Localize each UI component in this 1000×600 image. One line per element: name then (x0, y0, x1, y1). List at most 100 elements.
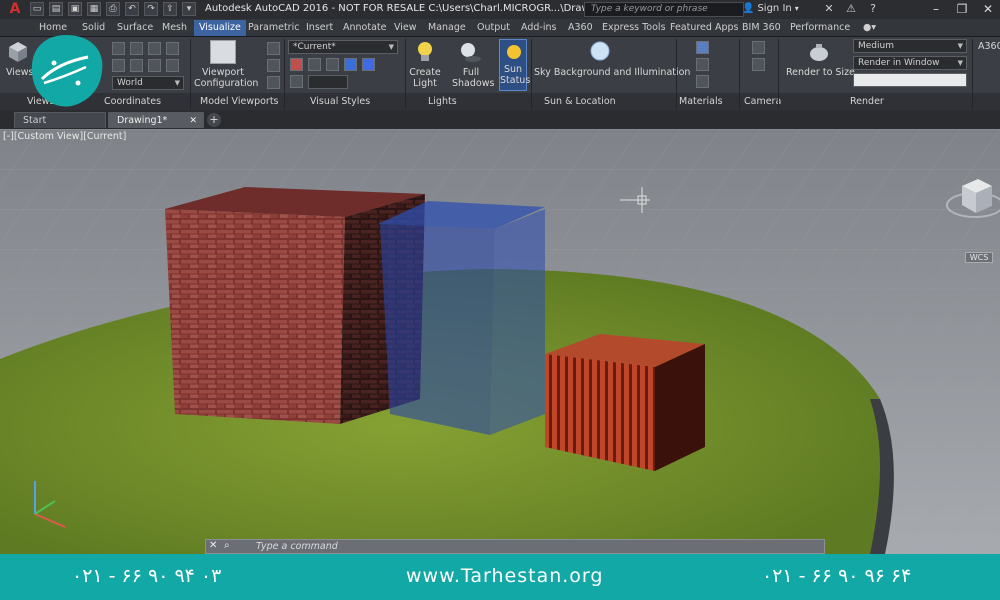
tab-drawing1[interactable]: Drawing1* ✕ (108, 112, 204, 128)
tab-insert[interactable]: Insert (301, 20, 338, 36)
tarhestan-logo (31, 35, 103, 107)
ribbon-options-icon[interactable]: ●▾ (858, 20, 881, 36)
redo-icon[interactable]: ↷ (144, 2, 158, 16)
shadow-icon[interactable] (308, 58, 321, 71)
edge-color-icon[interactable] (362, 58, 375, 71)
sun-icon (507, 45, 521, 59)
sign-in-button[interactable]: 👤 Sign In ▾ (742, 3, 799, 14)
close-icon[interactable]: ✕ (209, 540, 217, 551)
tab-manage[interactable]: Manage (423, 20, 471, 36)
views-cube-icon[interactable] (8, 41, 28, 63)
edges-icon[interactable] (326, 58, 339, 71)
tab-express-tools[interactable]: Express Tools (597, 20, 671, 36)
ucs-icon[interactable] (112, 42, 125, 55)
render-size-field[interactable] (853, 73, 967, 87)
create-light-button[interactable]: Create Light (408, 67, 442, 89)
viewport-configuration-icon[interactable] (210, 40, 236, 64)
drawing-viewport[interactable]: [-][Custom View][Current] WCS ✕ ⌕ Type a… (0, 129, 1000, 554)
ucs-zaxis-icon[interactable] (166, 42, 179, 55)
sky-background-dropdown[interactable]: Sky Background and Illumination (534, 67, 690, 78)
light-bulb-icon[interactable] (414, 40, 436, 64)
tab-visualize[interactable]: Visualize (194, 20, 246, 36)
render-target-value: Render in Window (858, 58, 940, 68)
stay-connected-icon[interactable]: ⚠ (844, 2, 858, 16)
tab-parametric[interactable]: Parametric (243, 20, 304, 36)
viewport-controls-label[interactable]: [-][Custom View][Current] (3, 131, 126, 142)
ucs-world-icon[interactable] (130, 42, 143, 55)
tab-bim-360[interactable]: BIM 360 (737, 20, 786, 36)
tab-a360[interactable]: A360 (563, 20, 598, 36)
glass-box-side (490, 209, 545, 435)
isolines-icon[interactable] (290, 75, 303, 88)
tab-view[interactable]: View (389, 20, 422, 36)
tab-start[interactable]: Start (14, 112, 106, 128)
restore-viewports-icon[interactable] (267, 76, 280, 89)
material-mapping-icon[interactable] (696, 75, 709, 88)
search-icon[interactable]: ⌕ (224, 540, 230, 551)
materials-browser-icon[interactable] (696, 41, 709, 54)
panel-model-viewports-title: Model Viewports (200, 96, 279, 107)
ucs-origin-icon[interactable] (148, 42, 161, 55)
new-drawing-tab-button[interactable]: + (207, 113, 221, 127)
command-input[interactable]: Type a command (256, 541, 338, 552)
tab-add-ins[interactable]: Add-ins (516, 20, 561, 36)
exchange-icon[interactable]: ✕ (822, 2, 836, 16)
save-as-icon[interactable]: ▦ (87, 2, 101, 16)
website-link[interactable]: www.Tarhestan.org (406, 565, 603, 587)
panel-visual-styles-title: Visual Styles (310, 96, 371, 107)
save-icon[interactable]: ▣ (68, 2, 82, 16)
customize-dropdown-icon[interactable]: ▾ (182, 2, 196, 16)
face-color-icon[interactable] (344, 58, 357, 71)
a360-render-label[interactable]: A360 (978, 41, 1000, 52)
sun-status-toggle[interactable]: Sun Status (499, 39, 531, 91)
command-line[interactable]: ✕ ⌕ Type a command (205, 539, 825, 554)
teapot-icon[interactable] (806, 40, 832, 64)
ucs-face-icon[interactable] (148, 59, 161, 72)
x-ray-icon[interactable] (290, 58, 303, 71)
coordinates-dropdown[interactable]: World ▼ (112, 76, 184, 90)
close-tab-icon[interactable]: ✕ (189, 113, 197, 129)
materials-toggle-icon[interactable] (696, 58, 709, 71)
render-preset-value: Medium (858, 41, 894, 51)
full-shadows-icon[interactable] (459, 40, 481, 64)
undo-icon[interactable]: ↶ (125, 2, 139, 16)
window-title: Autodesk AutoCAD 2016 - NOT FOR RESALE C… (205, 3, 636, 14)
new-icon[interactable]: ▭ (30, 2, 44, 16)
tab-performance[interactable]: Performance (785, 20, 855, 36)
share-icon[interactable]: ⇪ (163, 2, 177, 16)
ucs-3point-icon[interactable] (166, 59, 179, 72)
named-viewports-icon[interactable] (267, 42, 280, 55)
ribbon-tab-bar: Home Solid Surface Mesh Visualize Parame… (0, 19, 1000, 37)
visual-style-dropdown[interactable]: *Current* ▼ (288, 40, 398, 54)
ucs-view-icon[interactable] (112, 59, 125, 72)
chevron-down-icon: ▾ (794, 4, 799, 13)
wcs-menu-button[interactable]: WCS (965, 252, 993, 263)
camera-display-icon[interactable] (752, 58, 765, 71)
open-icon[interactable]: ▤ (49, 2, 63, 16)
scene-canvas[interactable] (0, 129, 1000, 554)
full-shadows-button[interactable]: Full Shadows (452, 67, 494, 89)
close-icon[interactable]: ✕ (980, 1, 996, 17)
render-preset-dropdown[interactable]: Medium ▼ (853, 39, 967, 53)
sun-status-label: Sun Status (500, 64, 531, 86)
phone-right: ۰۲۱ - ۶۶ ۹۰ ۹۶ ۶۴ (762, 565, 912, 587)
tab-surface[interactable]: Surface (112, 20, 158, 36)
opacity-slider[interactable] (308, 75, 348, 89)
print-icon[interactable]: ⎙ (106, 2, 120, 16)
join-viewports-icon[interactable] (267, 59, 280, 72)
tab-mesh[interactable]: Mesh (157, 20, 192, 36)
sky-background-icon[interactable] (589, 40, 611, 62)
tab-annotate[interactable]: Annotate (338, 20, 391, 36)
restore-icon[interactable]: ❐ (954, 1, 970, 17)
search-input[interactable]: Type a keyword or phrase (584, 2, 744, 17)
minimize-icon[interactable]: – (928, 1, 944, 17)
application-menu-button[interactable]: A (2, 0, 28, 19)
help-icon[interactable]: ? (866, 2, 880, 16)
viewport-configuration-button[interactable]: Viewport Configuration (194, 67, 258, 89)
render-target-dropdown[interactable]: Render in Window ▼ (853, 56, 967, 70)
render-to-size-button[interactable]: Render to Size (786, 67, 855, 78)
tab-output[interactable]: Output (472, 20, 515, 36)
tab-featured-apps[interactable]: Featured Apps (665, 20, 743, 36)
create-camera-icon[interactable] (752, 41, 765, 54)
ucs-object-icon[interactable] (130, 59, 143, 72)
